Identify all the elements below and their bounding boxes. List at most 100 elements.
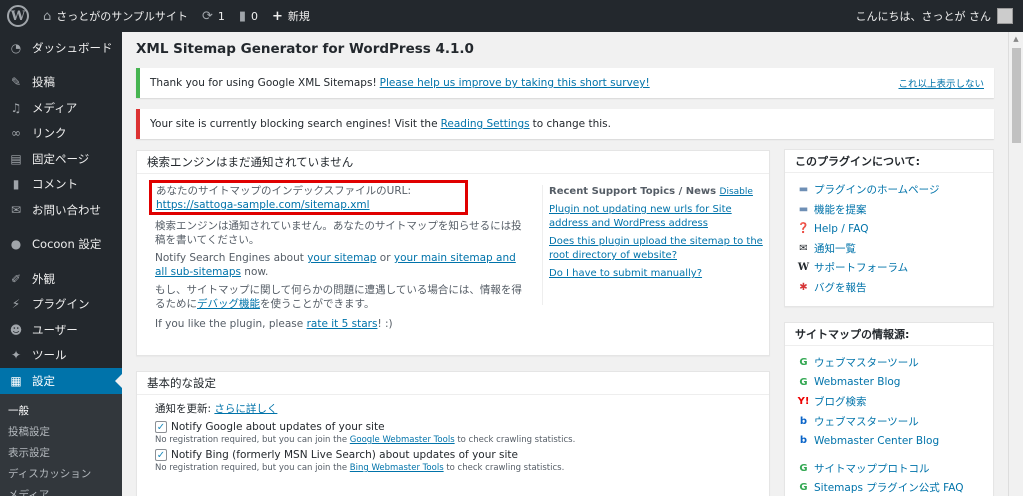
notifications-link[interactable]: 通知一覧 bbox=[814, 241, 856, 256]
debug-after: を使うことができます。 bbox=[260, 298, 375, 310]
new-content-link[interactable]: + 新規 bbox=[265, 0, 317, 32]
submenu-discussion[interactable]: ディスカッション bbox=[0, 463, 122, 484]
plugin-homepage-link[interactable]: プラグインのホームページ bbox=[814, 182, 939, 197]
survey-notice: Thank you for using Google XML Sitemaps!… bbox=[136, 68, 994, 98]
sidebar-item-comments[interactable]: ▮ コメント bbox=[0, 172, 122, 198]
wrench-icon: ✦ bbox=[10, 348, 22, 363]
updates-count: 1 bbox=[217, 9, 225, 23]
sidebar-item-media[interactable]: ♫ メディア bbox=[0, 95, 122, 121]
page-scrollbar[interactable]: ▲ bbox=[1008, 32, 1023, 496]
blog-search-link[interactable]: ブログ検索 bbox=[814, 394, 867, 409]
support-topic-link[interactable]: Plugin not updating new urls for Site ad… bbox=[549, 204, 732, 229]
resource-link-item[interactable]: G サイトマッププロトコル bbox=[797, 459, 981, 479]
sidebar-item-settings[interactable]: ▦ 設定 bbox=[0, 368, 122, 394]
site-name: さっとがのサンプルサイト bbox=[56, 10, 188, 23]
submenu-writing[interactable]: 投稿設定 bbox=[0, 421, 122, 442]
support-topic-link[interactable]: Do I have to submit manually? bbox=[549, 268, 702, 279]
about-link-item[interactable]: ▬ 機能を提案 bbox=[797, 200, 981, 220]
support-topic-link[interactable]: Does this plugin upload the sitemap to t… bbox=[549, 236, 763, 261]
support-forum-link[interactable]: サポートフォーラム bbox=[814, 260, 908, 275]
suggest-feature-link[interactable]: 機能を提案 bbox=[814, 202, 867, 217]
sitemap-url-link[interactable]: https://sattoga-sample.com/sitemap.xml bbox=[156, 199, 370, 211]
sidebar-item-users[interactable]: ☻ ユーザー bbox=[0, 317, 122, 343]
sidebar-item-posts[interactable]: ✎ 投稿 bbox=[0, 70, 122, 96]
scroll-up-icon[interactable]: ▲ bbox=[1009, 32, 1023, 46]
sitemap-protocol-link[interactable]: サイトマッププロトコル bbox=[814, 461, 930, 476]
submenu-media[interactable]: メディア bbox=[0, 484, 122, 496]
survey-link[interactable]: Please help us improve by taking this sh… bbox=[380, 77, 650, 89]
bing-webmaster-tools-link[interactable]: ウェブマスターツール bbox=[814, 414, 919, 429]
support-heading: Recent Support Topics / News Disable bbox=[549, 185, 764, 199]
notify-sitemap-link[interactable]: your sitemap bbox=[307, 252, 376, 264]
sitemaps-faq-link[interactable]: Sitemaps プラグイン公式 FAQ bbox=[814, 480, 963, 495]
sidebar-item-links[interactable]: ∞ リンク bbox=[0, 121, 122, 147]
webmaster-center-blog-link[interactable]: Webmaster Center Blog bbox=[814, 435, 939, 447]
mail-icon: ✉ bbox=[10, 202, 22, 217]
about-link-item[interactable]: W サポートフォーラム bbox=[797, 258, 981, 278]
google-webmaster-blog-link[interactable]: Webmaster Blog bbox=[814, 376, 900, 388]
report-bug-link[interactable]: バグを報告 bbox=[814, 280, 867, 295]
wordpress-logo[interactable]: W bbox=[0, 0, 36, 32]
settings-body: 通知を更新: さらに詳しく ✓ Notify Google about upda… bbox=[137, 395, 769, 483]
updates-link[interactable]: ⟳ 1 bbox=[195, 0, 232, 32]
wordpress-icon: W bbox=[7, 5, 29, 27]
resource-link-item[interactable]: G ウェブマスターツール bbox=[797, 353, 981, 373]
plugin-icon: ⚡ bbox=[11, 297, 21, 312]
google-webmaster-tools-link[interactable]: ウェブマスターツール bbox=[814, 355, 919, 370]
circle-icon: ● bbox=[10, 237, 22, 252]
admin-sidebar: ◔ ダッシュボード ✎ 投稿 ♫ メディア ∞ リンク ▤ 固定ページ ▮ コメント ✉ お問… bbox=[0, 32, 122, 496]
comments-count: 0 bbox=[251, 9, 258, 23]
about-link-item[interactable]: ▬ プラグインのホームページ bbox=[797, 180, 981, 200]
about-link-item[interactable]: ✉ 通知一覧 bbox=[797, 239, 981, 259]
media-icon: ♫ bbox=[10, 100, 22, 115]
about-link-item[interactable]: ❓ Help / FAQ bbox=[797, 219, 981, 239]
resource-link-item[interactable]: G Webmaster Blog bbox=[797, 373, 981, 393]
survey-text: Thank you for using Google XML Sitemaps! bbox=[150, 77, 377, 89]
google-webmaster-link[interactable]: Google Webmaster Tools bbox=[350, 435, 455, 445]
site-name-link[interactable]: ⌂ さっとがのサンプルサイト bbox=[36, 0, 195, 32]
google-checkbox[interactable]: ✓ bbox=[155, 421, 167, 433]
page-icon: ▤ bbox=[10, 151, 22, 166]
sidebar-item-tools[interactable]: ✦ ツール bbox=[0, 343, 122, 369]
sidebar-item-cocoon[interactable]: ● Cocoon 設定 bbox=[0, 232, 122, 258]
bing-webmaster-link[interactable]: Bing Webmaster Tools bbox=[350, 463, 444, 473]
submenu-general[interactable]: 一般 bbox=[0, 400, 122, 421]
reading-settings-link[interactable]: Reading Settings bbox=[441, 118, 530, 130]
not-notified-text: 検索エンジンは通知されていません。あなたのサイトマップを知らせるには投稿を書いて… bbox=[155, 220, 522, 246]
desc-before: No registration required, but you can jo… bbox=[155, 435, 350, 445]
resource-link-item[interactable]: b ウェブマスターツール bbox=[797, 412, 981, 432]
sidebar-item-dashboard[interactable]: ◔ ダッシュボード bbox=[0, 35, 122, 61]
resource-link-item[interactable]: Y! ブログ検索 bbox=[797, 392, 981, 412]
yahoo-icon: Y! bbox=[797, 396, 810, 408]
sidebar-item-plugins[interactable]: ⚡ プラグイン bbox=[0, 292, 122, 318]
scroll-thumb[interactable] bbox=[1012, 48, 1021, 143]
disable-link[interactable]: Disable bbox=[720, 187, 753, 197]
pin-icon: ✎ bbox=[10, 75, 22, 90]
sidebar-item-label: お問い合わせ bbox=[32, 202, 101, 217]
resource-link-item[interactable]: b Webmaster Center Blog bbox=[797, 431, 981, 451]
sidebar-item-appearance[interactable]: ✐ 外観 bbox=[0, 266, 122, 292]
home-icon: ⌂ bbox=[43, 8, 52, 24]
sidebar-item-contact[interactable]: ✉ お問い合わせ bbox=[0, 197, 122, 223]
admin-bar: W ⌂ さっとがのサンプルサイト ⟳ 1 ▮ 0 + 新規 こんにちは、さっとが… bbox=[0, 0, 1023, 32]
dismiss-link[interactable]: これ以上表示しない bbox=[898, 76, 984, 90]
sidebar-item-label: 設定 bbox=[32, 373, 55, 388]
bing-checkbox[interactable]: ✓ bbox=[155, 449, 167, 461]
blocking-notice: Your site is currently blocking search e… bbox=[136, 109, 994, 139]
submenu-reading[interactable]: 表示設定 bbox=[0, 442, 122, 463]
sidebar-item-pages[interactable]: ▤ 固定ページ bbox=[0, 146, 122, 172]
resources-heading: サイトマップの情報源: bbox=[785, 323, 993, 346]
debug-link[interactable]: デバッグ機能 bbox=[197, 298, 260, 310]
greeting: こんにちは、さっとが さん bbox=[855, 10, 992, 23]
sidebar-item-label: リンク bbox=[32, 126, 67, 141]
learn-more-link[interactable]: さらに詳しく bbox=[214, 403, 277, 415]
resources-links: G ウェブマスターツール G Webmaster Blog Y! ブログ検索 b ウェブ… bbox=[785, 346, 993, 496]
rate-link[interactable]: rate it 5 stars bbox=[307, 318, 378, 330]
help-faq-link[interactable]: Help / FAQ bbox=[814, 223, 869, 235]
comments-link[interactable]: ▮ 0 bbox=[232, 0, 265, 32]
about-plugin-panel: このプラグインについて: ▬ プラグインのホームページ ▬ 機能を提案 ❓ Help … bbox=[784, 149, 994, 307]
resource-link-item[interactable]: G Sitemaps プラグイン公式 FAQ bbox=[797, 478, 981, 496]
my-account[interactable]: こんにちは、さっとが さん bbox=[856, 8, 1023, 24]
bing-icon: b bbox=[799, 435, 808, 447]
about-link-item[interactable]: ✱ バグを報告 bbox=[797, 278, 981, 298]
